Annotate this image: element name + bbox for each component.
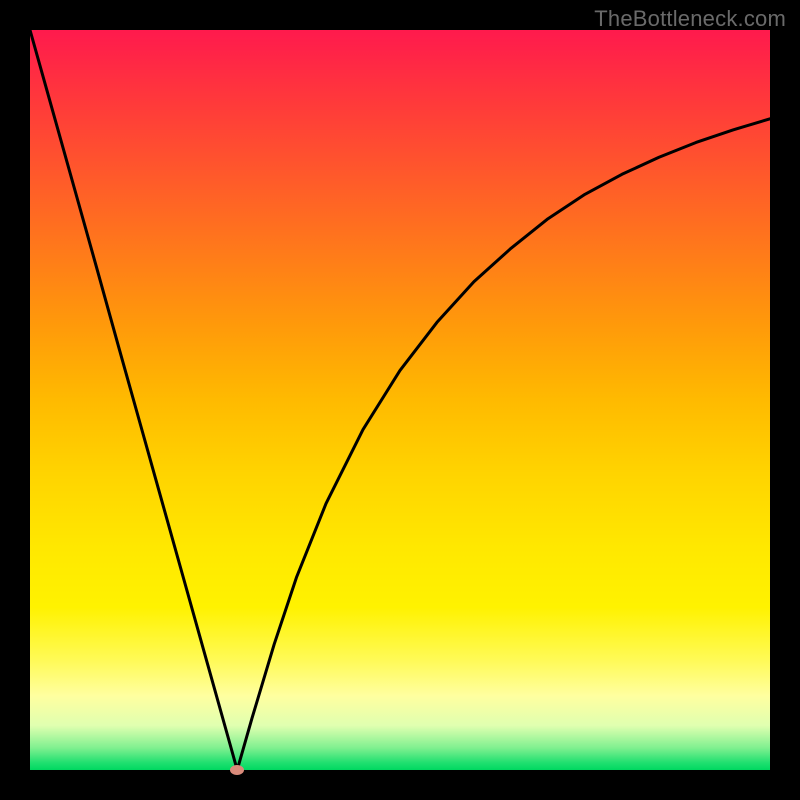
plot-area: [30, 30, 770, 770]
chart-frame: TheBottleneck.com: [0, 0, 800, 800]
bottleneck-curve: [30, 30, 770, 770]
minimum-marker: [230, 765, 244, 775]
curve-svg: [30, 30, 770, 770]
watermark-text: TheBottleneck.com: [594, 6, 786, 32]
